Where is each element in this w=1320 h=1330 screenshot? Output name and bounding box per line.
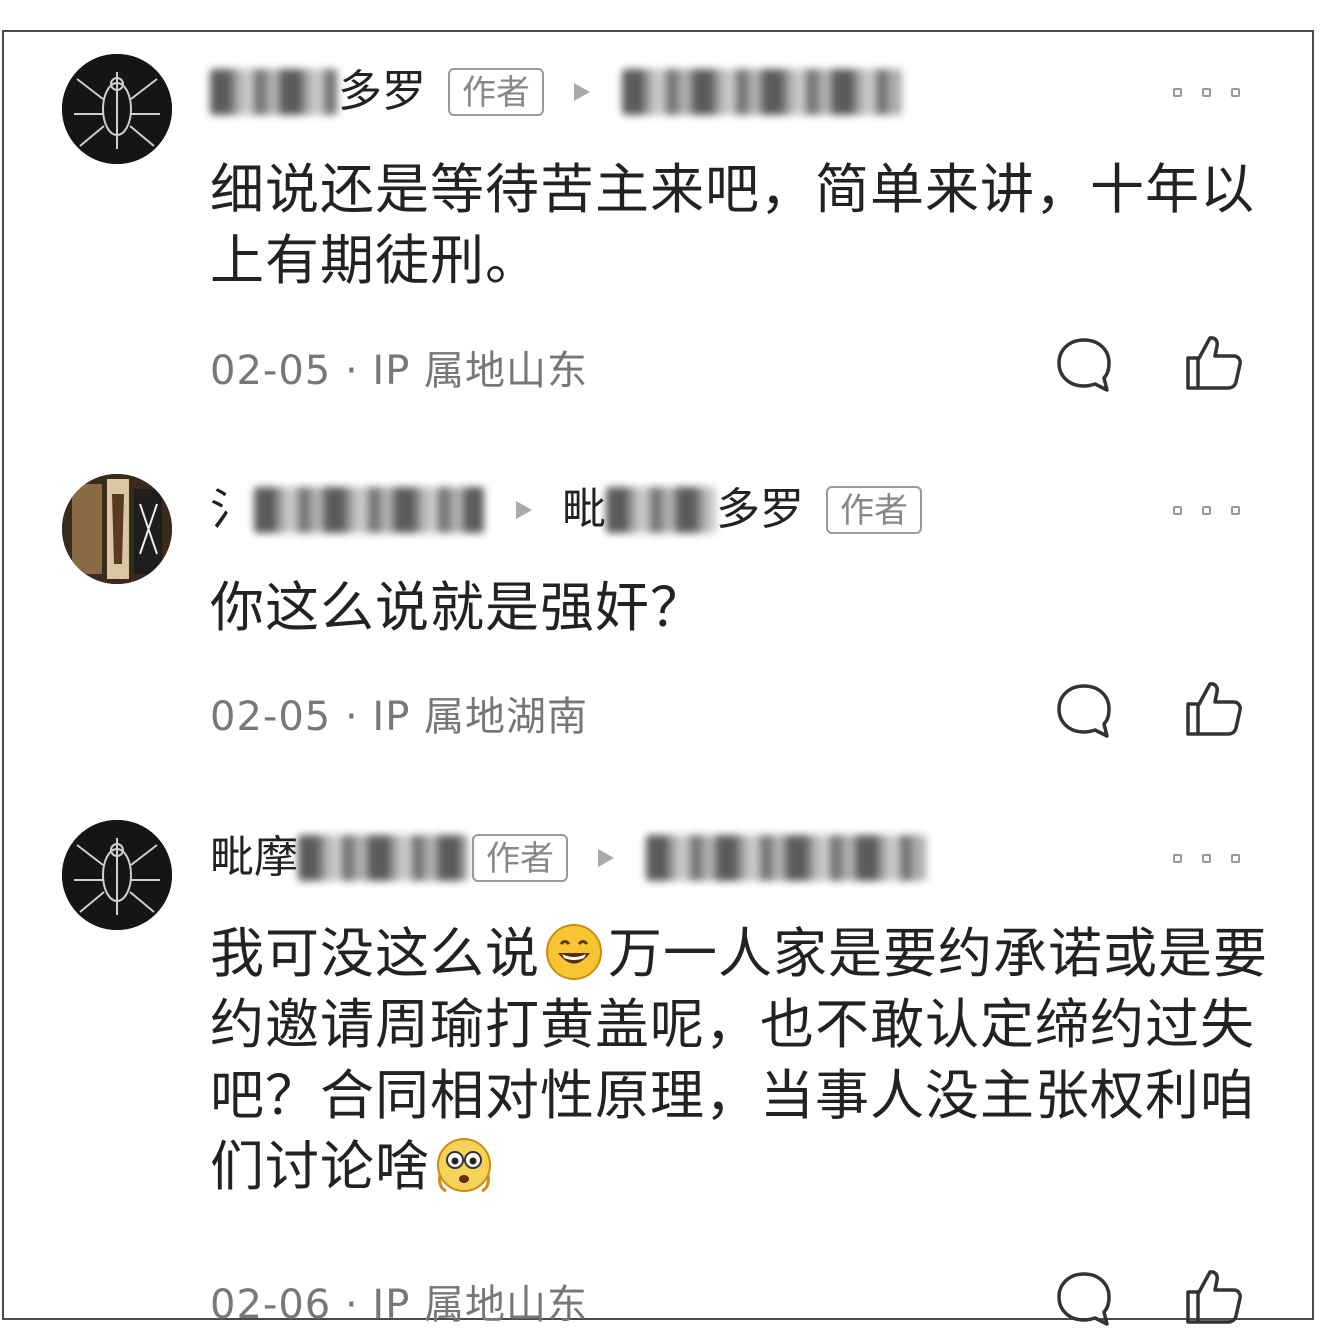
reply-target-name-end[interactable]: 多罗 (716, 480, 804, 540)
like-icon[interactable] (1184, 332, 1244, 392)
meta-separator: · (344, 348, 373, 394)
reply-icon[interactable] (1054, 334, 1114, 394)
author-badge: 作者 (448, 68, 544, 116)
comment-text: 细说还是等待苦主来吧，简单来讲，十年以上有期徒刑。 (210, 158, 1255, 292)
comment-location: IP 属地湖南 (372, 694, 589, 740)
blurred-reply-target (646, 835, 926, 881)
comment-header: 多罗 作者 (210, 62, 902, 122)
comment-date: 02-05 (210, 694, 332, 740)
meta-separator: · (344, 694, 373, 740)
comment-header: 氵 毗 多罗 作者 (210, 480, 922, 540)
like-icon[interactable] (1184, 1266, 1244, 1326)
comment-text: 我可没这么说 万一人家是要约承诺或是要约邀请周瑜打黄盖呢，也不敢认定缔约过失吧？合… (210, 918, 1270, 1202)
comment-thread: 多罗 作者 细说还是等待苦主来吧，简单来讲，十年以上有期徒刑。 02-05 · … (2, 30, 1314, 1328)
comment-date: 02-05 (210, 348, 332, 394)
comment-meta: 02-06 · IP 属地山东 (210, 1272, 588, 1330)
reply-arrow-icon (598, 849, 614, 867)
comment-meta: 02-05 · IP 属地山东 (210, 338, 588, 396)
comment-date: 02-06 (210, 1282, 332, 1328)
author-badge: 作者 (472, 834, 568, 882)
more-icon[interactable] (1173, 854, 1240, 863)
shocked-emoji (437, 1138, 491, 1193)
reply-icon[interactable] (1054, 680, 1114, 740)
reply-target-name-start[interactable]: 毗 (562, 480, 606, 540)
blurred-username (298, 835, 468, 881)
username[interactable]: 多罗 (338, 62, 426, 122)
author-badge: 作者 (826, 486, 922, 534)
reply-arrow-icon (516, 501, 532, 519)
avatar[interactable] (62, 474, 172, 584)
like-icon[interactable] (1184, 678, 1244, 738)
blurred-username (254, 487, 484, 533)
avatar[interactable] (62, 54, 172, 164)
more-icon[interactable] (1173, 88, 1240, 97)
blurred-reply-target (622, 69, 902, 115)
comment-text-part: 我可没这么说 (210, 922, 540, 985)
blurred-reply-target (606, 487, 716, 533)
reply-arrow-icon (574, 83, 590, 101)
reply-icon[interactable] (1054, 1268, 1114, 1328)
comment-location: IP 属地山东 (372, 1282, 589, 1328)
username[interactable]: 毗摩 (210, 828, 298, 888)
more-icon[interactable] (1173, 506, 1240, 515)
username[interactable]: 氵 (210, 480, 254, 540)
comment-location: IP 属地山东 (372, 348, 589, 394)
avatar[interactable] (62, 820, 172, 930)
meta-separator: · (344, 1282, 373, 1328)
comment-text: 你这么说就是强奸？ (210, 576, 705, 639)
comment-header: 毗摩 作者 (210, 828, 926, 888)
comment-meta: 02-05 · IP 属地湖南 (210, 684, 588, 742)
grin-emoji (546, 924, 602, 980)
blurred-username (210, 69, 338, 115)
